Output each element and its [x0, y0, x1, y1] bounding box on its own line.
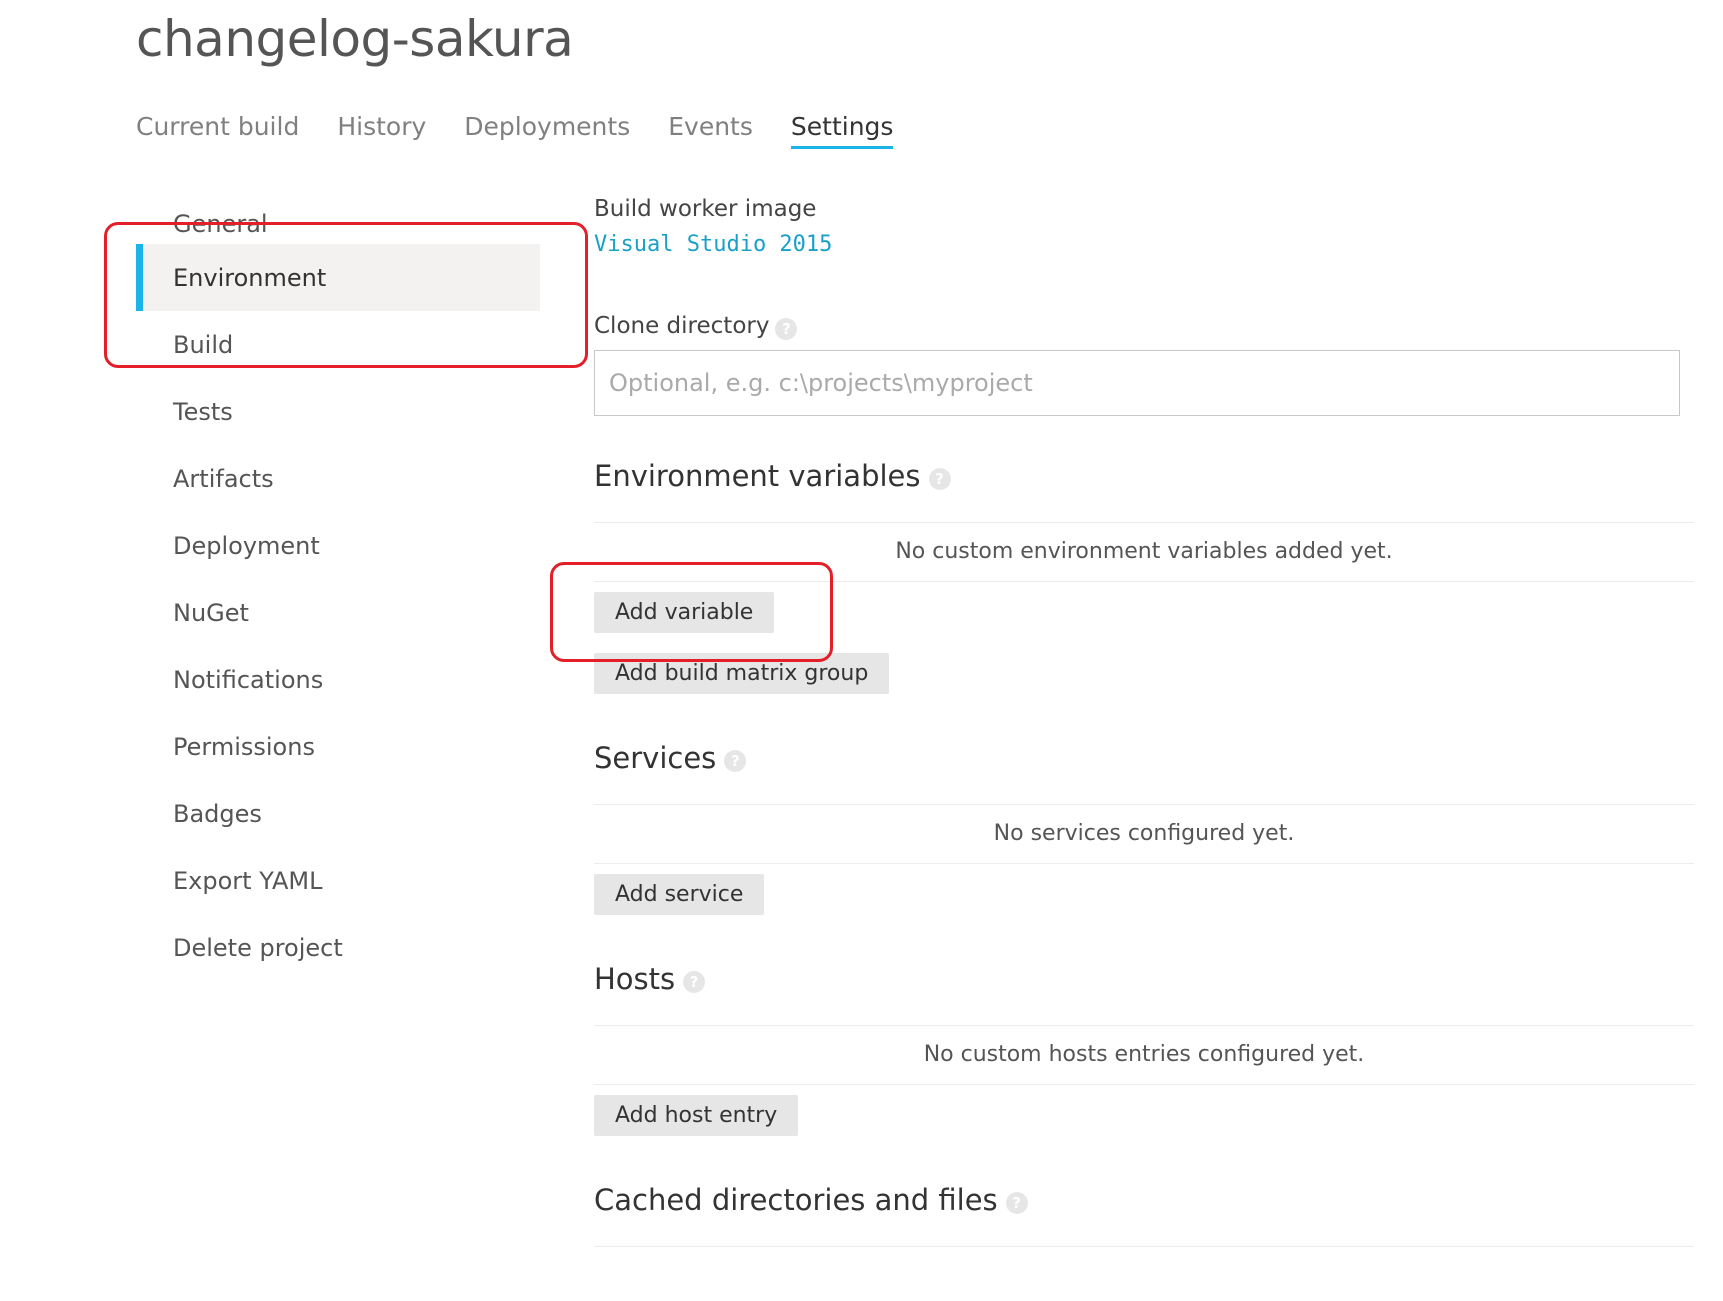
- add-service-button[interactable]: Add service: [594, 873, 765, 915]
- tab-deployments[interactable]: Deployments: [464, 112, 630, 149]
- sidebar-item-deployment[interactable]: Deployment: [136, 512, 540, 579]
- tab-current-build[interactable]: Current build: [136, 112, 299, 149]
- sidebar-item-tests[interactable]: Tests: [136, 378, 540, 445]
- cached-directories-title: Cached directories and files: [594, 1182, 998, 1217]
- tab-settings[interactable]: Settings: [790, 112, 893, 149]
- hosts-empty-message: No custom hosts entries configured yet.: [594, 1024, 1694, 1085]
- help-icon[interactable]: ?: [928, 467, 951, 490]
- sidebar-item-delete-project[interactable]: Delete project: [136, 914, 540, 981]
- services-empty-message: No services configured yet.: [594, 803, 1694, 864]
- sidebar-item-build[interactable]: Build: [136, 311, 540, 378]
- help-icon[interactable]: ?: [1005, 1191, 1028, 1214]
- divider: [594, 1245, 1694, 1247]
- hosts-title: Hosts: [594, 961, 676, 996]
- sidebar-item-general[interactable]: General: [136, 210, 540, 244]
- project-title: changelog-sakura: [136, 10, 574, 68]
- sidebar-item-permissions[interactable]: Permissions: [136, 713, 540, 780]
- add-host-entry-button[interactable]: Add host entry: [594, 1094, 799, 1136]
- project-tabs: Current build History Deployments Events…: [136, 112, 893, 149]
- clone-directory-input[interactable]: [594, 349, 1680, 416]
- sidebar-item-badges[interactable]: Badges: [136, 780, 540, 847]
- help-icon[interactable]: ?: [683, 970, 706, 993]
- build-worker-image-label: Build worker image: [594, 196, 817, 222]
- settings-main: Build worker image Visual Studio 2015 Cl…: [594, 196, 1694, 1247]
- help-icon[interactable]: ?: [724, 749, 747, 772]
- services-title: Services: [594, 740, 717, 775]
- help-icon[interactable]: ?: [775, 317, 798, 340]
- env-vars-title: Environment variables: [594, 458, 921, 493]
- sidebar-item-nuget[interactable]: NuGet: [136, 579, 540, 646]
- env-vars-empty-message: No custom environment variables added ye…: [594, 521, 1694, 582]
- sidebar-item-export-yaml[interactable]: Export YAML: [136, 847, 540, 914]
- sidebar-item-artifacts[interactable]: Artifacts: [136, 445, 540, 512]
- add-build-matrix-group-button[interactable]: Add build matrix group: [594, 652, 890, 694]
- sidebar-item-environment[interactable]: Environment: [136, 244, 540, 311]
- build-worker-image-value[interactable]: Visual Studio 2015: [594, 232, 832, 257]
- settings-sidebar: General Environment Build Tests Artifact…: [136, 196, 540, 981]
- add-variable-button[interactable]: Add variable: [594, 591, 775, 633]
- clone-directory-label: Clone directory: [594, 313, 770, 339]
- sidebar-item-notifications[interactable]: Notifications: [136, 646, 540, 713]
- tab-history[interactable]: History: [337, 112, 426, 149]
- tab-events[interactable]: Events: [668, 112, 753, 149]
